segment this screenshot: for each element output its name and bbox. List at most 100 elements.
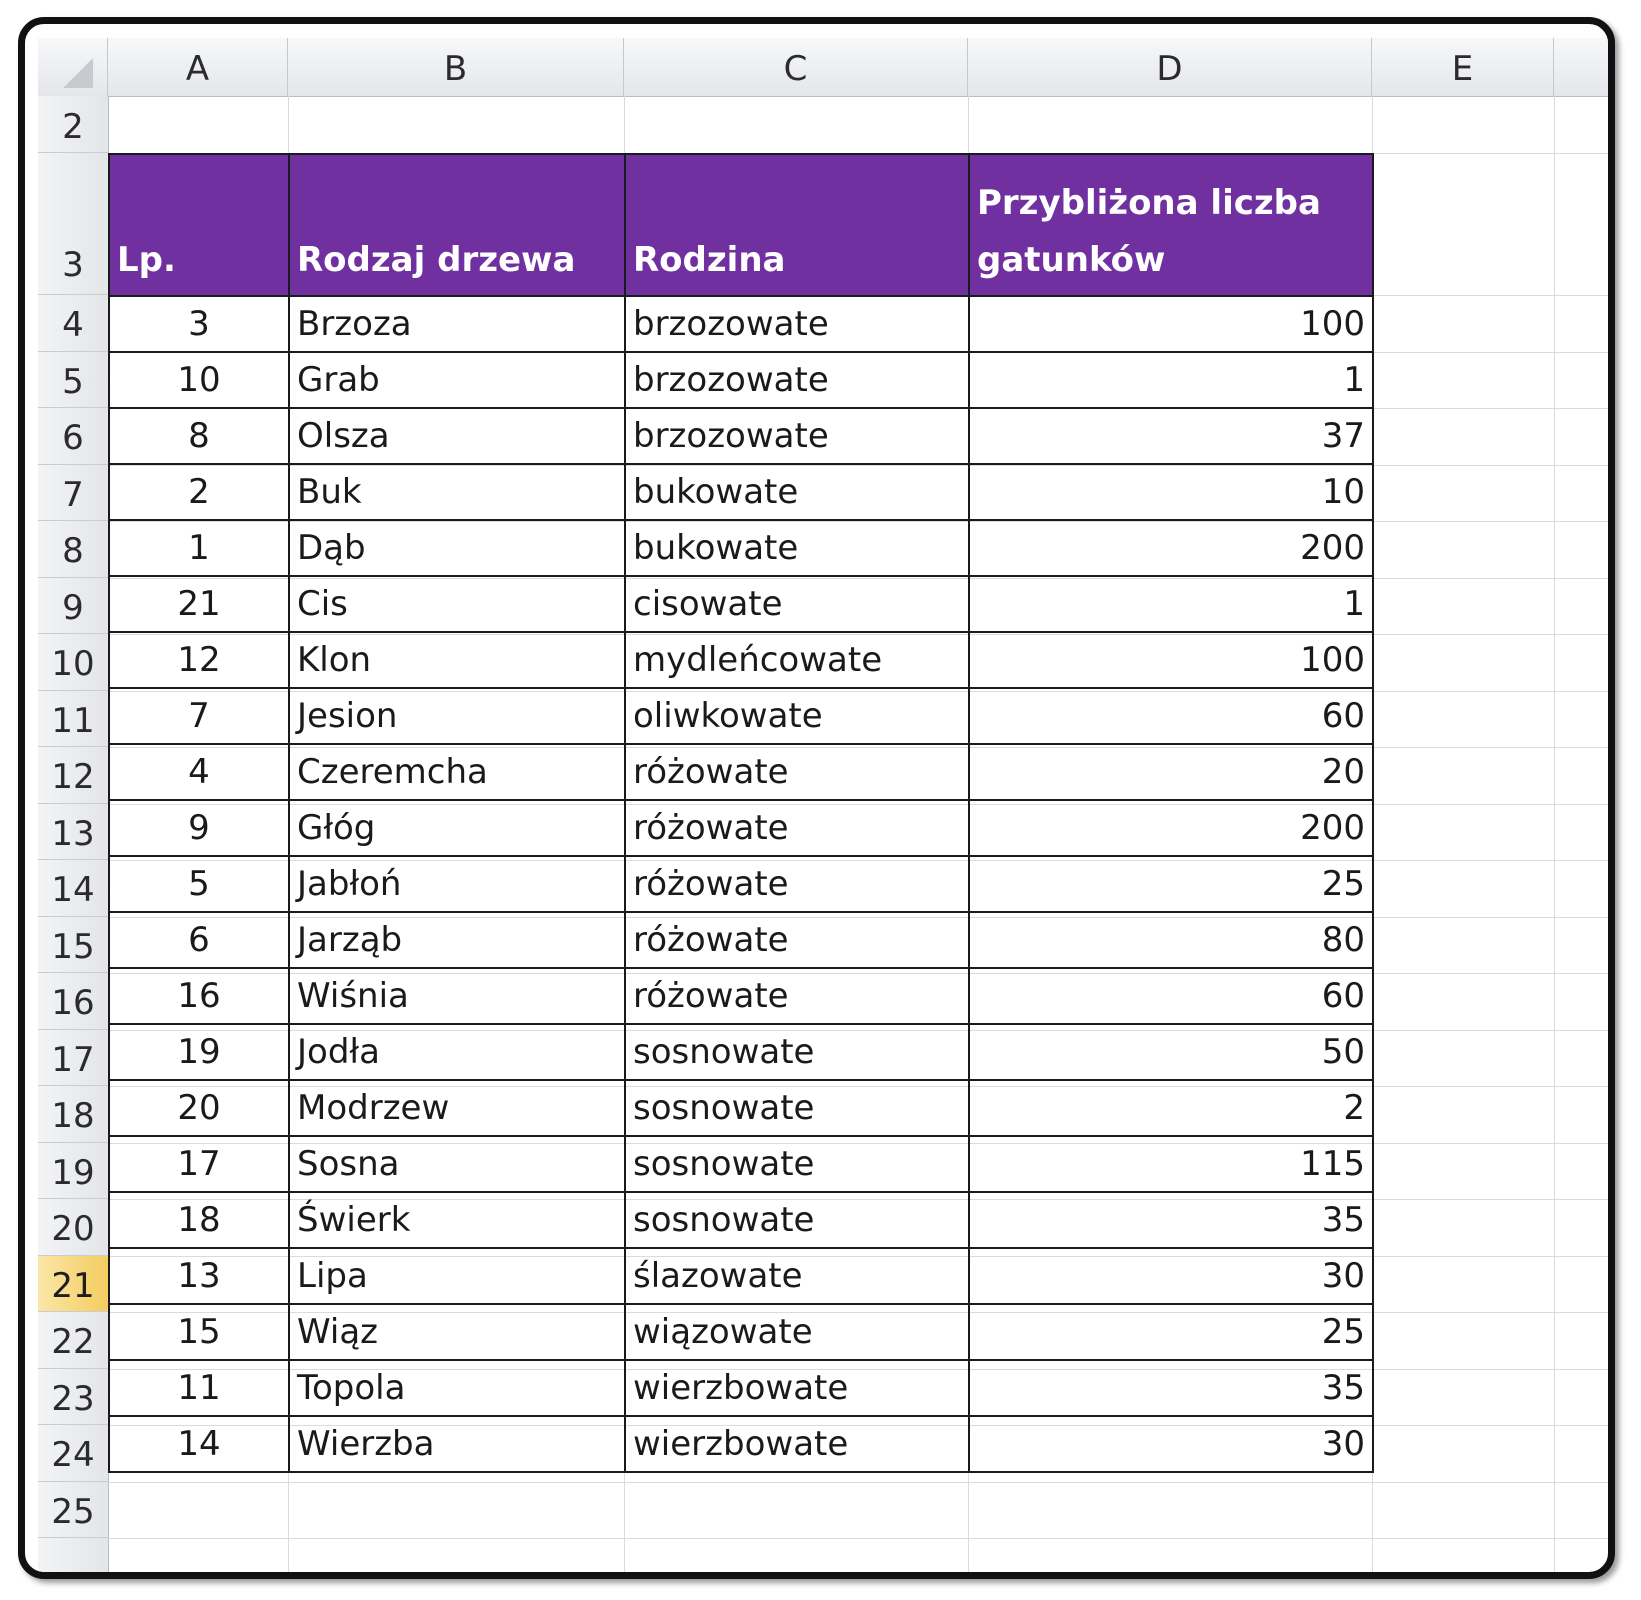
- cell-liczba[interactable]: 30: [968, 1415, 1374, 1473]
- cell-rodzina[interactable]: wierzbowate: [624, 1359, 970, 1417]
- cell-lp[interactable]: 15: [108, 1303, 290, 1361]
- cell-rodzina[interactable]: ślazowate: [624, 1247, 970, 1305]
- cell-liczba[interactable]: 2: [968, 1079, 1374, 1137]
- cell-liczba[interactable]: 115: [968, 1135, 1374, 1193]
- cell-rodzaj[interactable]: Topola: [288, 1359, 626, 1417]
- column-header-d[interactable]: D: [968, 38, 1372, 96]
- row-header[interactable]: 10: [38, 634, 108, 691]
- cell-rodzina[interactable]: sosnowate: [624, 1079, 970, 1137]
- row-header[interactable]: 16: [38, 973, 108, 1030]
- cell-rodzaj[interactable]: Świerk: [288, 1191, 626, 1249]
- cell-rodzina[interactable]: bukowate: [624, 519, 970, 577]
- row-header[interactable]: 24: [38, 1425, 108, 1482]
- header-cell-rodzina[interactable]: Rodzina: [624, 153, 970, 297]
- cell-liczba[interactable]: 37: [968, 407, 1374, 465]
- row-header[interactable]: 21: [38, 1255, 108, 1312]
- cell-liczba[interactable]: 50: [968, 1023, 1374, 1081]
- cell-rodzaj[interactable]: Jabłoń: [288, 855, 626, 913]
- cell-liczba[interactable]: 1: [968, 575, 1374, 633]
- cell-rodzina[interactable]: różowate: [624, 799, 970, 857]
- cell-lp[interactable]: 18: [108, 1191, 290, 1249]
- cell-lp[interactable]: 16: [108, 967, 290, 1025]
- cell-liczba[interactable]: 1: [968, 351, 1374, 409]
- cell-rodzaj[interactable]: Klon: [288, 631, 626, 689]
- cell-rodzaj[interactable]: Buk: [288, 463, 626, 521]
- cell-liczba[interactable]: 60: [968, 967, 1374, 1025]
- cell-rodzina[interactable]: oliwkowate: [624, 687, 970, 745]
- cell-rodzaj[interactable]: Grab: [288, 351, 626, 409]
- header-cell-lp[interactable]: Lp.: [108, 153, 290, 297]
- cell-lp[interactable]: 21: [108, 575, 290, 633]
- cell-rodzina[interactable]: różowate: [624, 855, 970, 913]
- row-header[interactable]: 8: [38, 521, 108, 578]
- cell-lp[interactable]: 4: [108, 743, 290, 801]
- row-header[interactable]: 25: [38, 1482, 108, 1538]
- column-header-a[interactable]: A: [108, 38, 288, 96]
- cell-rodzina[interactable]: różowate: [624, 911, 970, 969]
- cell-lp[interactable]: 3: [108, 295, 290, 353]
- cell-rodzina[interactable]: brzozowate: [624, 295, 970, 353]
- cell-lp[interactable]: 6: [108, 911, 290, 969]
- cell-liczba[interactable]: 100: [968, 631, 1374, 689]
- cell-rodzina[interactable]: brzozowate: [624, 407, 970, 465]
- cell-rodzaj[interactable]: Brzoza: [288, 295, 626, 353]
- column-header-c[interactable]: C: [624, 38, 968, 96]
- cell-liczba[interactable]: 80: [968, 911, 1374, 969]
- cell-lp[interactable]: 13: [108, 1247, 290, 1305]
- row-header[interactable]: 7: [38, 465, 108, 521]
- cell-rodzaj[interactable]: Cis: [288, 575, 626, 633]
- cell-lp[interactable]: 11: [108, 1359, 290, 1417]
- cell-rodzina[interactable]: bukowate: [624, 463, 970, 521]
- row-header[interactable]: 14: [38, 860, 108, 917]
- cell-lp[interactable]: 5: [108, 855, 290, 913]
- row-header[interactable]: 6: [38, 408, 108, 465]
- header-cell-rodzaj[interactable]: Rodzaj drzewa: [288, 153, 626, 297]
- row-header[interactable]: 2: [38, 96, 108, 153]
- row-header[interactable]: 13: [38, 804, 108, 860]
- cell-rodzaj[interactable]: Olsza: [288, 407, 626, 465]
- cell-lp[interactable]: 19: [108, 1023, 290, 1081]
- cell-lp[interactable]: 17: [108, 1135, 290, 1193]
- row-header[interactable]: 22: [38, 1312, 108, 1369]
- cell-liczba[interactable]: 25: [968, 1303, 1374, 1361]
- cell-lp[interactable]: 9: [108, 799, 290, 857]
- row-header[interactable]: 18: [38, 1086, 108, 1143]
- row-header[interactable]: 20: [38, 1199, 108, 1256]
- cell-lp[interactable]: 1: [108, 519, 290, 577]
- cell-liczba[interactable]: 10: [968, 463, 1374, 521]
- cell-lp[interactable]: 2: [108, 463, 290, 521]
- cell-lp[interactable]: 12: [108, 631, 290, 689]
- cell-rodzaj[interactable]: Czeremcha: [288, 743, 626, 801]
- row-header[interactable]: 23: [38, 1369, 108, 1425]
- row-header[interactable]: 15: [38, 917, 108, 973]
- select-all-button[interactable]: [38, 38, 108, 96]
- cell-rodzina[interactable]: mydleńcowate: [624, 631, 970, 689]
- column-header-e[interactable]: E: [1372, 38, 1554, 96]
- cell-rodzaj[interactable]: Wiąz: [288, 1303, 626, 1361]
- cell-liczba[interactable]: 20: [968, 743, 1374, 801]
- cell-rodzaj[interactable]: Jarząb: [288, 911, 626, 969]
- cell-rodzina[interactable]: wierzbowate: [624, 1415, 970, 1473]
- header-cell-liczba[interactable]: Przybliżona liczba gatunków: [968, 153, 1374, 297]
- cell-liczba[interactable]: 200: [968, 799, 1374, 857]
- cell-liczba[interactable]: 100: [968, 295, 1374, 353]
- cell-lp[interactable]: 7: [108, 687, 290, 745]
- cell-liczba[interactable]: 25: [968, 855, 1374, 913]
- row-header[interactable]: 3: [38, 153, 108, 295]
- cell-rodzina[interactable]: brzozowate: [624, 351, 970, 409]
- row-header[interactable]: 19: [38, 1143, 108, 1199]
- cell-rodzina[interactable]: cisowate: [624, 575, 970, 633]
- cell-liczba[interactable]: 35: [968, 1359, 1374, 1417]
- cell-rodzaj[interactable]: Modrzew: [288, 1079, 626, 1137]
- cell-rodzaj[interactable]: Jodła: [288, 1023, 626, 1081]
- cell-rodzina[interactable]: sosnowate: [624, 1135, 970, 1193]
- cell-liczba[interactable]: 35: [968, 1191, 1374, 1249]
- cell-rodzina[interactable]: wiązowate: [624, 1303, 970, 1361]
- cell-rodzaj[interactable]: Dąb: [288, 519, 626, 577]
- cell-liczba[interactable]: 30: [968, 1247, 1374, 1305]
- cell-rodzaj[interactable]: Jesion: [288, 687, 626, 745]
- cell-rodzina[interactable]: sosnowate: [624, 1023, 970, 1081]
- cell-rodzaj[interactable]: Sosna: [288, 1135, 626, 1193]
- row-header[interactable]: 11: [38, 691, 108, 747]
- cell-liczba[interactable]: 60: [968, 687, 1374, 745]
